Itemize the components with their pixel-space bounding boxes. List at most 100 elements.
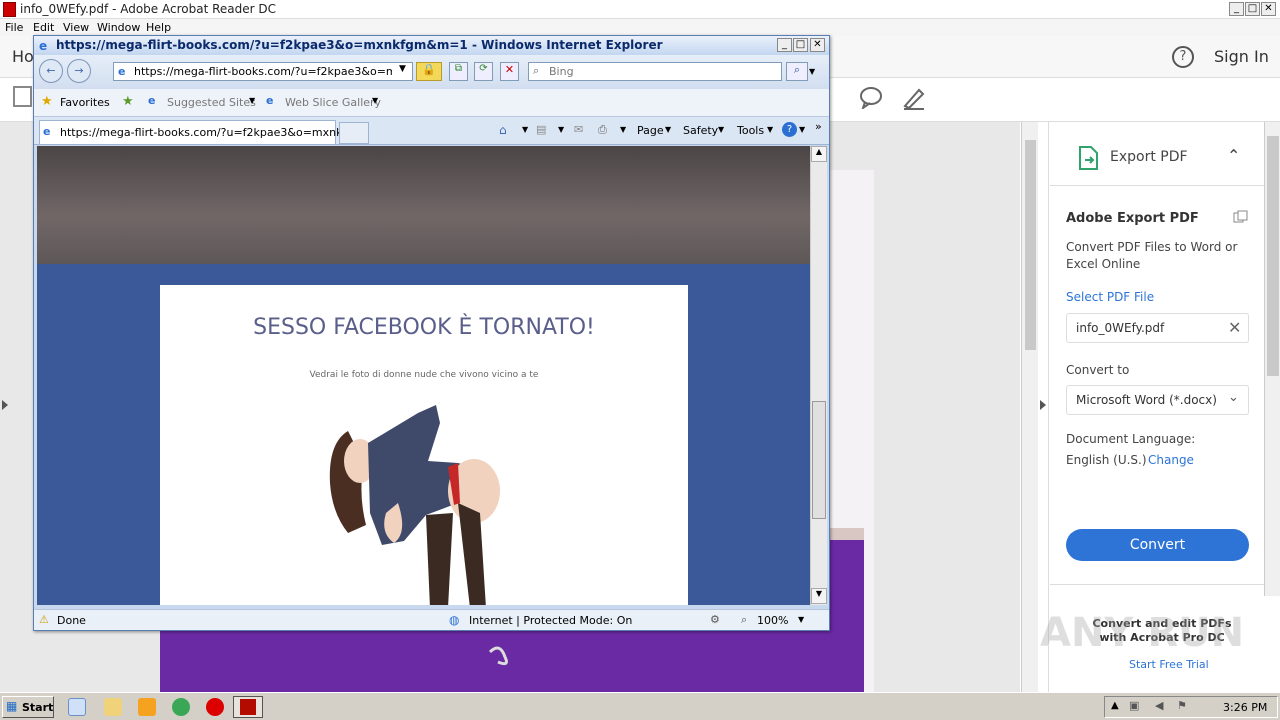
favorites-bar: ★ Favorites ★ e Suggested Sites ▼ e Web … — [34, 89, 829, 117]
feeds-icon[interactable]: ▤ — [536, 123, 546, 136]
menu-view[interactable]: View — [63, 21, 89, 34]
menu-edit[interactable]: Edit — [33, 21, 54, 34]
help-icon[interactable]: ? — [1172, 46, 1194, 68]
convert-button[interactable]: Convert — [1066, 529, 1249, 561]
stop-icon[interactable]: ✕ — [500, 62, 519, 81]
address-dropdown-icon[interactable]: ▼ — [399, 64, 406, 74]
ie-viewport[interactable]: SESSO FACEBOOK È TORNATO! Vedrai le foto… — [37, 146, 810, 605]
maximize-button[interactable]: □ — [1245, 2, 1260, 16]
ie-titlebar: e https://mega-flirt-books.com/?u=f2kpae… — [34, 36, 829, 55]
menu-help[interactable]: Help — [146, 21, 171, 34]
chevron-down-icon: ▼ — [718, 125, 725, 134]
save-icon[interactable] — [13, 86, 33, 108]
network-icon[interactable]: ▣ — [1129, 699, 1139, 712]
left-panel-toggle-icon[interactable] — [2, 400, 8, 410]
export-description: Convert PDF Files to Word or Excel Onlin… — [1066, 240, 1238, 271]
security-settings-icon[interactable]: ⚙ — [710, 613, 720, 626]
web-slice-gallery-link[interactable]: Web Slice Gallery — [285, 96, 381, 109]
volume-icon[interactable]: ◀ — [1155, 699, 1163, 712]
close-button[interactable]: ✕ — [1261, 2, 1276, 16]
chevron-down-icon[interactable]: ▼ — [558, 125, 564, 134]
export-panel: Export PDF ⌃ Adobe Export PDF Convert PD… — [1048, 122, 1280, 692]
explorer-taskbar-icon[interactable] — [104, 698, 122, 716]
ie-window: e https://mega-flirt-books.com/?u=f2kpae… — [33, 35, 830, 631]
chevron-down-icon[interactable]: ▼ — [372, 96, 378, 105]
refresh-icon[interactable]: ⟳ — [474, 62, 493, 81]
headline: SESSO FACEBOOK È TORNATO! — [253, 315, 595, 340]
chevron-down-icon[interactable]: ▼ — [249, 96, 255, 105]
safety-menu[interactable]: Safety — [683, 124, 718, 137]
forward-icon[interactable]: → — [67, 59, 91, 83]
new-tab-button[interactable] — [339, 122, 369, 144]
chrome-taskbar-icon[interactable] — [172, 698, 190, 716]
ie-minimize-button[interactable]: _ — [777, 38, 792, 52]
ie-scroll-thumb[interactable] — [812, 401, 826, 519]
search-go-icon[interactable]: ⌕ — [786, 62, 808, 81]
action-center-icon[interactable]: ⚑ — [1177, 699, 1187, 712]
document-scroll-thumb[interactable] — [1025, 140, 1036, 350]
minimize-button[interactable]: _ — [1229, 2, 1244, 16]
ie-logo-icon: e — [39, 39, 48, 53]
home-icon[interactable]: ⌂ — [499, 123, 507, 137]
document-scrollbar[interactable] — [1021, 122, 1038, 692]
export-panel-header[interactable]: Export PDF — [1110, 149, 1188, 165]
acrobat-taskbar-icon — [240, 699, 256, 715]
chevron-down-icon[interactable]: ▼ — [620, 125, 626, 134]
ie-maximize-button[interactable]: □ — [793, 38, 808, 52]
sign-pen-icon[interactable] — [902, 86, 926, 110]
suggested-sites-link[interactable]: Suggested Sites — [167, 96, 256, 109]
media-player-taskbar-icon[interactable] — [138, 698, 156, 716]
favorites-button[interactable]: Favorites — [60, 96, 110, 109]
clock[interactable]: 3:26 PM — [1223, 701, 1267, 714]
panel-scrollbar[interactable] — [1264, 122, 1280, 596]
convert-button-label: Convert — [1129, 537, 1186, 553]
ie-tab-active[interactable]: e https://mega-flirt-books.com/?u=f2kpae… — [39, 120, 364, 144]
taskbar: ▦ Start ▲ ▣ ◀ ⚑ 3:26 PM — [0, 692, 1280, 720]
ie-statusbar: ⚠ Done ◍ Internet | Protected Mode: On ⚙… — [34, 609, 829, 630]
zoom-level[interactable]: 100% — [757, 614, 788, 627]
sign-in-link[interactable]: Sign In — [1214, 47, 1269, 66]
menu-window[interactable]: Window — [97, 21, 140, 34]
tools-menu[interactable]: Tools — [737, 124, 764, 137]
divider — [1050, 584, 1265, 585]
warning-icon: ⚠ — [39, 613, 49, 626]
menu-file[interactable]: File — [5, 21, 23, 34]
back-icon[interactable]: ← — [39, 59, 63, 83]
panel-scroll-thumb[interactable] — [1267, 136, 1279, 376]
print-icon[interactable]: ⎙ — [598, 123, 607, 137]
zoom-icon[interactable]: ⌕ — [741, 613, 747, 627]
comment-icon[interactable] — [860, 87, 884, 109]
format-select[interactable]: Microsoft Word (*.docx) ⌄ — [1066, 385, 1249, 415]
search-options-icon[interactable]: ▼ — [809, 62, 821, 81]
change-language-link[interactable]: Change — [1148, 453, 1194, 467]
acrobat-taskbar-button[interactable] — [233, 696, 263, 718]
selected-file-field[interactable]: info_0WEfy.pdf ✕ — [1066, 313, 1249, 343]
ie-close-button[interactable]: ✕ — [810, 38, 825, 52]
chevron-down-icon[interactable]: ▼ — [799, 125, 805, 134]
clear-file-icon[interactable]: ✕ — [1228, 318, 1241, 337]
search-input[interactable]: ⌕ Bing — [528, 62, 782, 81]
right-panel-toggle-icon[interactable] — [1040, 400, 1046, 410]
ie-scrollbar[interactable]: ▲ ▼ — [810, 146, 827, 605]
opera-taskbar-icon[interactable] — [206, 698, 224, 716]
start-button[interactable]: ▦ Start — [2, 696, 54, 718]
home-tab[interactable]: Ho — [12, 47, 34, 66]
page-menu[interactable]: Page — [637, 124, 664, 137]
mail-icon[interactable]: ✉ — [574, 123, 583, 136]
tray-expand-icon[interactable]: ▲ — [1111, 700, 1119, 711]
collapse-chevron-icon[interactable]: ⌃ — [1227, 146, 1240, 165]
add-favorites-icon[interactable]: ★ — [122, 94, 134, 109]
help-icon[interactable]: ? — [782, 122, 797, 137]
scroll-up-icon[interactable]: ▲ — [811, 146, 827, 162]
copy-icon[interactable] — [1233, 210, 1249, 224]
compat-view-icon[interactable]: ⧉ — [449, 62, 468, 81]
chevron-down-icon[interactable]: ▼ — [522, 125, 528, 134]
chevron-down-icon[interactable]: ▼ — [798, 615, 804, 624]
ie-taskbar-icon[interactable] — [68, 698, 86, 716]
scroll-down-icon[interactable]: ▼ — [811, 588, 827, 604]
globe-icon: ◍ — [449, 613, 460, 627]
address-bar[interactable]: e https://mega-flirt-books.com/?u=f2kpae… — [113, 62, 413, 81]
lock-icon[interactable]: 🔒 — [416, 62, 442, 81]
start-trial-link[interactable]: Start Free Trial — [1129, 658, 1209, 671]
toolbar-overflow-icon[interactable]: » — [815, 120, 822, 133]
